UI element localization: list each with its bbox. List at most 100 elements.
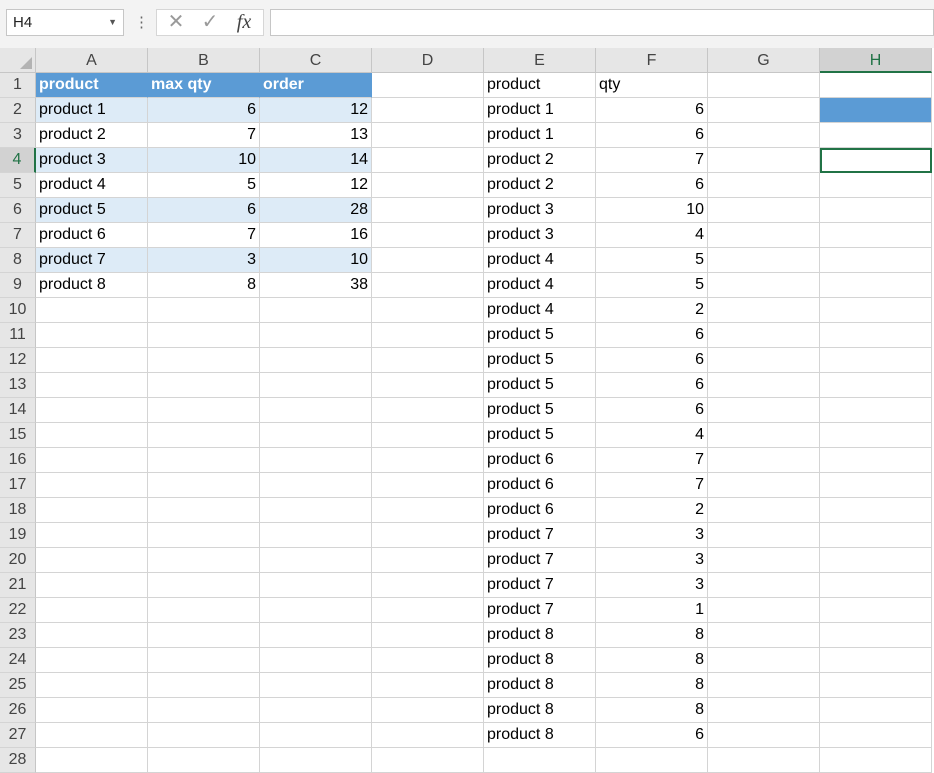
column-header-g[interactable]: G (708, 48, 820, 73)
name-box[interactable]: H4 ▼ (6, 9, 124, 36)
table1-cell[interactable]: product 8 (36, 273, 148, 298)
table1-cell[interactable]: 5 (148, 173, 260, 198)
cell[interactable] (708, 198, 820, 223)
row-header-15[interactable]: 15 (0, 423, 36, 448)
cell[interactable] (148, 648, 260, 673)
table2-cell[interactable]: product 7 (484, 573, 596, 598)
cell[interactable] (820, 198, 932, 223)
cell[interactable] (820, 548, 932, 573)
cell[interactable] (260, 448, 372, 473)
cell[interactable] (372, 373, 484, 398)
cell[interactable] (820, 623, 932, 648)
cell[interactable] (708, 73, 820, 98)
cell[interactable] (260, 673, 372, 698)
table2-cell[interactable]: 6 (596, 398, 708, 423)
cell[interactable] (708, 748, 820, 773)
insert-function-button[interactable]: fx (229, 10, 259, 35)
select-all-corner[interactable] (0, 48, 36, 73)
cell[interactable] (708, 373, 820, 398)
row-header-27[interactable]: 27 (0, 723, 36, 748)
table1-cell[interactable]: 7 (148, 223, 260, 248)
table2-cell[interactable]: product 5 (484, 373, 596, 398)
cell[interactable] (708, 598, 820, 623)
cell[interactable] (260, 323, 372, 348)
table2-cell[interactable]: product 8 (484, 723, 596, 748)
cell[interactable] (260, 473, 372, 498)
cell[interactable] (820, 673, 932, 698)
cell[interactable] (36, 648, 148, 673)
cell[interactable] (372, 298, 484, 323)
table2-cell[interactable]: 8 (596, 673, 708, 698)
cell[interactable] (372, 548, 484, 573)
table2-cell[interactable]: 6 (596, 348, 708, 373)
cell[interactable] (708, 298, 820, 323)
table2-cell[interactable]: product 1 (484, 98, 596, 123)
table1-header-cell[interactable]: order (260, 73, 372, 98)
row-header-21[interactable]: 21 (0, 573, 36, 598)
row-header-19[interactable]: 19 (0, 523, 36, 548)
cell[interactable] (372, 173, 484, 198)
cell[interactable] (260, 348, 372, 373)
table2-cell[interactable]: 8 (596, 648, 708, 673)
cell[interactable] (36, 298, 148, 323)
cell[interactable] (708, 448, 820, 473)
cell[interactable] (372, 323, 484, 348)
table1-cell[interactable]: product 2 (36, 123, 148, 148)
cell[interactable] (708, 173, 820, 198)
table2-cell[interactable]: product 1 (484, 123, 596, 148)
column-header-a[interactable]: A (36, 48, 148, 73)
row-header-20[interactable]: 20 (0, 548, 36, 573)
cell[interactable] (148, 523, 260, 548)
cell[interactable] (36, 698, 148, 723)
row-header-14[interactable]: 14 (0, 398, 36, 423)
row-header-25[interactable]: 25 (0, 673, 36, 698)
cell[interactable] (36, 473, 148, 498)
cell[interactable] (36, 548, 148, 573)
active-cell-h4[interactable] (820, 148, 932, 173)
cell[interactable] (36, 448, 148, 473)
cell[interactable] (708, 398, 820, 423)
cell[interactable] (372, 673, 484, 698)
cell[interactable] (148, 573, 260, 598)
table2-cell[interactable]: 8 (596, 698, 708, 723)
cell[interactable] (372, 573, 484, 598)
table2-cell[interactable]: product 8 (484, 648, 596, 673)
table1-cell[interactable]: 10 (148, 148, 260, 173)
table2-cell[interactable]: product 7 (484, 523, 596, 548)
row-header-11[interactable]: 11 (0, 323, 36, 348)
table2-cell[interactable]: 2 (596, 498, 708, 523)
row-header-24[interactable]: 24 (0, 648, 36, 673)
cell[interactable] (372, 723, 484, 748)
cell[interactable] (708, 648, 820, 673)
cell[interactable] (820, 248, 932, 273)
row-header-6[interactable]: 6 (0, 198, 36, 223)
table1-cell[interactable]: 12 (260, 173, 372, 198)
column-header-e[interactable]: E (484, 48, 596, 73)
chevron-down-icon[interactable]: ▼ (108, 10, 117, 35)
row-header-22[interactable]: 22 (0, 598, 36, 623)
cell[interactable] (596, 748, 708, 773)
table1-header-cell[interactable]: product (36, 73, 148, 98)
cell[interactable] (148, 548, 260, 573)
table1-cell[interactable]: 7 (148, 123, 260, 148)
cell[interactable] (820, 573, 932, 598)
row-header-9[interactable]: 9 (0, 273, 36, 298)
cell[interactable] (260, 573, 372, 598)
cell[interactable] (708, 523, 820, 548)
cell[interactable] (820, 173, 932, 198)
cell[interactable] (372, 398, 484, 423)
cell[interactable] (372, 523, 484, 548)
column-header-h[interactable]: H (820, 48, 932, 73)
cell[interactable] (708, 673, 820, 698)
table2-cell[interactable]: 6 (596, 98, 708, 123)
cell[interactable] (708, 273, 820, 298)
row-header-12[interactable]: 12 (0, 348, 36, 373)
cell[interactable] (260, 423, 372, 448)
cell[interactable] (820, 523, 932, 548)
row-header-1[interactable]: 1 (0, 73, 36, 98)
cell[interactable] (36, 748, 148, 773)
table2-cell[interactable]: product 8 (484, 698, 596, 723)
table2-cell[interactable]: 7 (596, 148, 708, 173)
cell[interactable] (820, 223, 932, 248)
cell[interactable] (708, 98, 820, 123)
